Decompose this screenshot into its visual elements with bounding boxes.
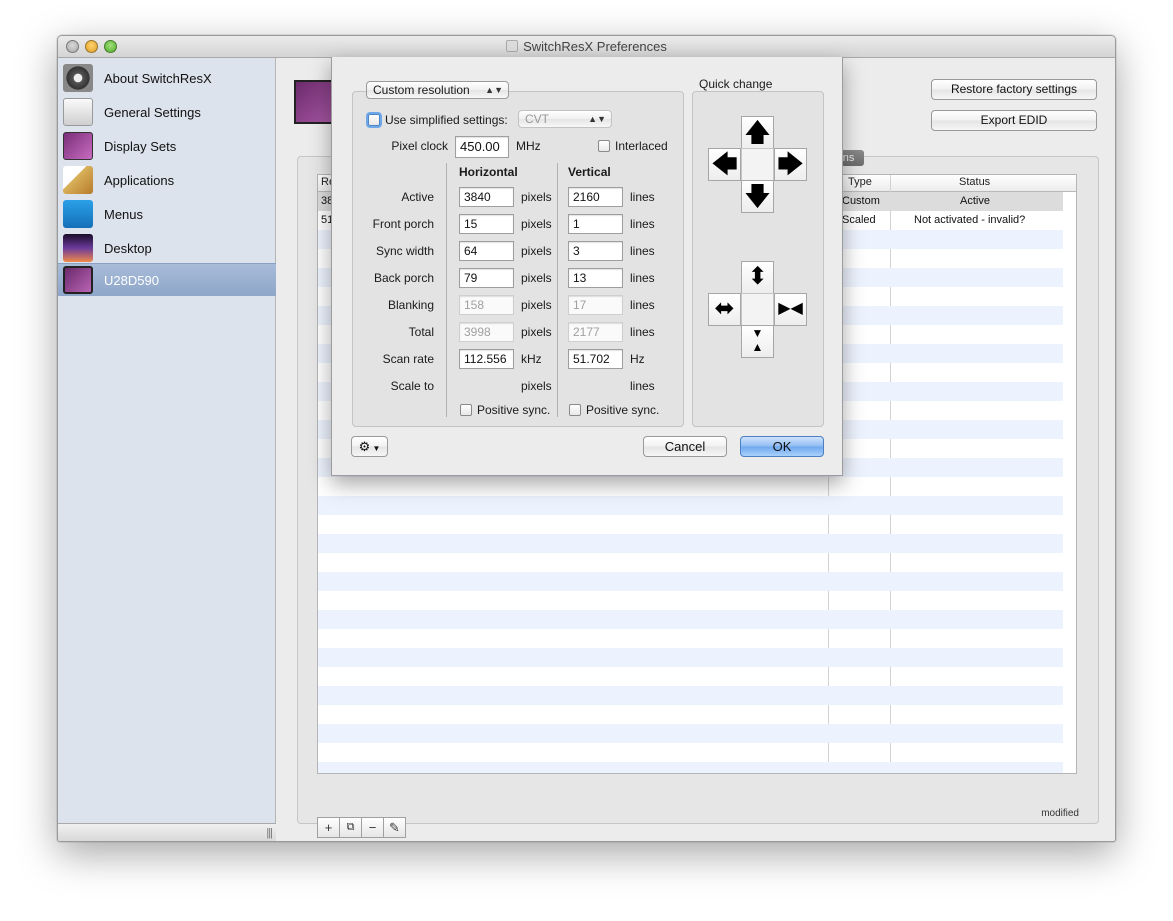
column-header-status[interactable]: Status — [959, 176, 995, 188]
table-row — [318, 724, 1063, 743]
stretch-horizontal-button[interactable]: ⬌ — [708, 293, 741, 326]
move-down-button[interactable]: 🡇 — [741, 180, 774, 213]
title-bar[interactable]: SwitchResX Preferences — [58, 36, 1115, 58]
app-icon — [506, 40, 519, 52]
desktop-icon — [63, 234, 93, 262]
menus-icon — [63, 200, 93, 228]
arrow-down-icon: 🡇 — [744, 181, 771, 211]
interlaced-checkbox[interactable] — [598, 140, 610, 152]
sync-width-horizontal-field[interactable]: 64 — [459, 241, 514, 261]
add-resolution-button[interactable]: + — [317, 817, 340, 838]
column-divider — [557, 163, 558, 417]
active-vertical-field[interactable]: 2160 — [568, 187, 623, 207]
restore-factory-settings-button[interactable]: Restore factory settings — [931, 79, 1097, 100]
popup-arrows-icon: ▲▼ — [485, 85, 503, 95]
sidebar-item-desktop[interactable]: Desktop — [58, 232, 276, 266]
vertical-positive-sync-checkbox[interactable] — [569, 404, 581, 416]
arrows-inward-horizontal-icon: ▶◀ — [778, 300, 803, 317]
cancel-button[interactable]: Cancel — [643, 436, 727, 457]
sidebar-item-display-sets[interactable]: Display Sets — [58, 130, 276, 164]
active-horizontal-field[interactable]: 3840 — [459, 187, 514, 207]
arrow-left-icon: 🡄 — [711, 149, 738, 179]
popup-arrows-icon: ▲▼ — [588, 114, 606, 124]
horizontal-positive-sync-checkbox[interactable] — [460, 404, 472, 416]
export-edid-button[interactable]: Export EDID — [931, 110, 1097, 131]
stretch-vertical-button[interactable]: ⬍ — [741, 261, 774, 294]
scan-rate-horizontal-field[interactable]: 112.556 — [459, 349, 514, 369]
sidebar-item-general-settings[interactable]: General Settings — [58, 96, 276, 130]
shrink-horizontal-button[interactable]: ▶◀ — [774, 293, 807, 326]
table-row — [318, 743, 1063, 762]
move-left-button[interactable]: 🡄 — [708, 148, 741, 181]
arrow-right-icon: 🡆 — [777, 149, 804, 179]
column-divider — [446, 163, 447, 417]
remove-resolution-button[interactable]: − — [361, 817, 384, 838]
scan-rate-vertical-field[interactable]: 51.702 — [568, 349, 623, 369]
back-porch-vertical-field[interactable]: 13 — [568, 268, 623, 288]
back-porch-horizontal-field[interactable]: 79 — [459, 268, 514, 288]
total-vertical-field: 2177 — [568, 322, 623, 342]
ok-button[interactable]: OK — [740, 436, 824, 457]
custom-resolution-sheet: Custom resolution ▲▼ Use simplified setti… — [331, 57, 843, 476]
monitor-icon — [63, 266, 93, 294]
table-row — [318, 648, 1063, 667]
table-row — [318, 762, 1063, 773]
resolution-mode-popup[interactable]: Custom resolution ▲▼ — [366, 81, 509, 99]
pencil-icon: ✎ — [389, 820, 400, 835]
arrow-left-right-icon: ⬌ — [714, 295, 735, 322]
simplified-settings-popup[interactable]: CVT ▲▼ — [518, 110, 612, 128]
table-row — [318, 534, 1063, 553]
table-row — [318, 629, 1063, 648]
shrink-vertical-button[interactable]: ▼ ▲ — [741, 325, 774, 358]
total-horizontal-field: 3998 — [459, 322, 514, 342]
edit-resolution-button[interactable]: ✎ — [383, 817, 406, 838]
table-row — [318, 591, 1063, 610]
sidebar-item-u28d590[interactable]: U28D590 — [58, 263, 276, 296]
modified-label: modified — [1041, 808, 1079, 819]
gear-icon — [63, 64, 93, 92]
sidebar: About SwitchResX General Settings Displa… — [58, 58, 276, 841]
column-header-type[interactable]: Type — [848, 176, 872, 188]
use-simplified-settings-checkbox[interactable] — [368, 114, 380, 126]
chevron-down-icon: ▼ — [370, 444, 381, 453]
front-porch-vertical-field[interactable]: 1 — [568, 214, 623, 234]
blanking-horizontal-field: 158 — [459, 295, 514, 315]
arrow-up-down-icon: ⬍ — [747, 263, 768, 290]
resize-grip-icon[interactable]: ||| — [266, 827, 273, 839]
arrow-up-icon: 🡅 — [744, 117, 771, 147]
quick-change-center — [741, 148, 774, 181]
sidebar-footer: ||| — [58, 823, 276, 841]
table-row — [318, 477, 1063, 496]
sidebar-item-menus[interactable]: Menus — [58, 198, 276, 232]
move-up-button[interactable]: 🡅 — [741, 116, 774, 149]
table-row — [318, 496, 1063, 515]
table-row — [318, 667, 1063, 686]
sync-width-vertical-field[interactable]: 3 — [568, 241, 623, 261]
table-row — [318, 572, 1063, 591]
sidebar-item-about[interactable]: About SwitchResX — [58, 62, 276, 96]
duplicate-resolution-button[interactable]: ⧉ — [339, 817, 362, 838]
table-row — [318, 705, 1063, 724]
switch-icon — [63, 98, 93, 126]
window-title: SwitchResX Preferences — [58, 39, 1115, 54]
duplicate-icon: ⧉ — [346, 821, 355, 833]
table-row — [318, 610, 1063, 629]
display-sets-icon — [63, 132, 93, 160]
blanking-vertical-field: 17 — [568, 295, 623, 315]
table-row — [318, 515, 1063, 534]
front-porch-horizontal-field[interactable]: 15 — [459, 214, 514, 234]
pixel-clock-field[interactable]: 450.00 — [455, 136, 509, 158]
table-row — [318, 553, 1063, 572]
action-menu-button[interactable]: ⚙ ▼ — [351, 436, 388, 457]
table-row — [318, 686, 1063, 705]
move-right-button[interactable]: 🡆 — [774, 148, 807, 181]
quick-size-center — [741, 293, 774, 326]
sidebar-item-applications[interactable]: Applications — [58, 164, 276, 198]
applications-icon — [63, 166, 93, 194]
arrows-inward-vertical-icon: ▼ ▲ — [751, 326, 764, 354]
gear-icon: ⚙ — [358, 439, 371, 454]
